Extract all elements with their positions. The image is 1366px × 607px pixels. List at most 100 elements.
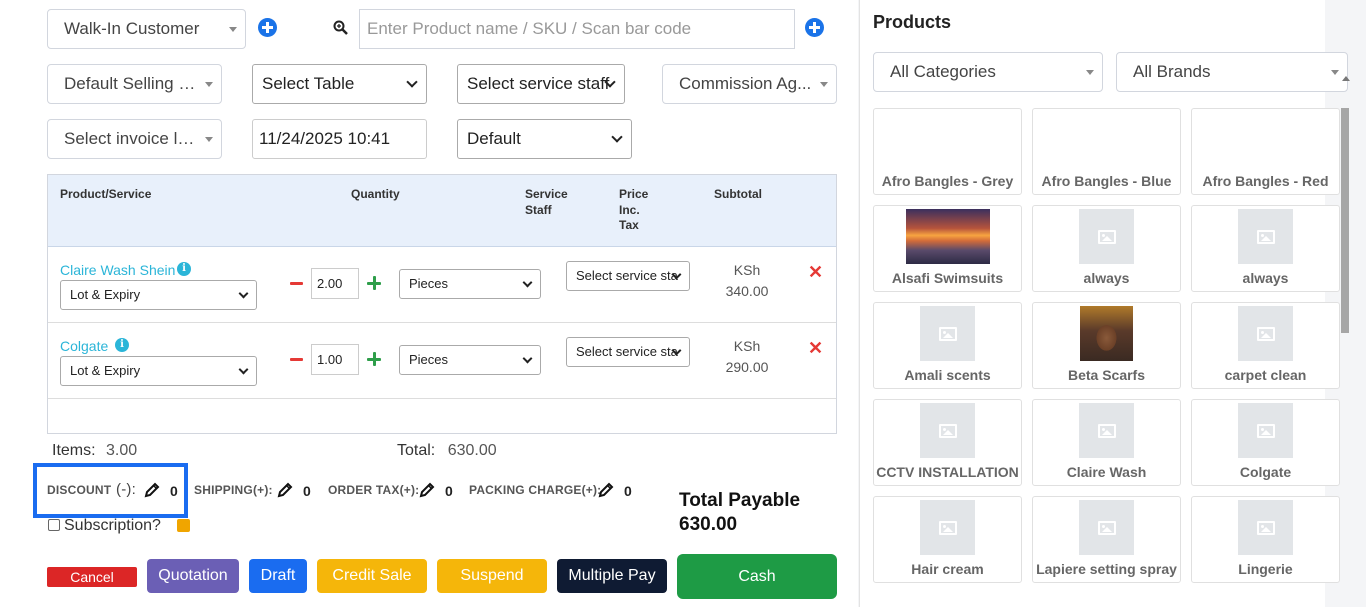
cart-table: Product/Service Quantity Service Staff P… (47, 174, 837, 434)
quotation-button[interactable]: Quotation (147, 559, 239, 593)
col-service-staff-line1: Service (525, 187, 568, 201)
product-card[interactable]: CCTV INSTALLATION (873, 399, 1022, 486)
product-name-link[interactable]: Colgate (60, 338, 108, 354)
image-placeholder-icon (1238, 209, 1293, 264)
edit-icon[interactable] (177, 519, 190, 532)
cash-button[interactable]: Cash (677, 554, 837, 599)
edit-order-tax-icon[interactable] (419, 482, 435, 498)
row-service-staff-value: Select service sta (576, 268, 678, 283)
product-card[interactable]: Afro Bangles - Red (1191, 108, 1340, 195)
image-placeholder-icon (1238, 403, 1293, 458)
decrease-quantity-icon[interactable] (290, 282, 303, 285)
chevron-down-icon (238, 288, 249, 299)
row-service-staff-select[interactable]: Select service sta (566, 261, 690, 291)
table-select[interactable]: Select Table (252, 64, 427, 104)
chevron-down-icon (1331, 70, 1339, 75)
info-icon[interactable]: i (177, 262, 191, 276)
product-card-name: Amali scents (904, 367, 991, 383)
multiple-pay-button[interactable]: Multiple Pay (557, 559, 667, 593)
products-scrollbar[interactable] (1341, 108, 1349, 333)
product-card[interactable]: carpet clean (1191, 302, 1340, 389)
product-card-name: Claire Wash (1066, 464, 1147, 480)
product-card[interactable]: Afro Bangles - Blue (1032, 108, 1181, 195)
total-value: 630.00 (447, 442, 497, 459)
brand-filter-select[interactable]: All Brands (1116, 52, 1348, 92)
search-icon (333, 20, 348, 35)
increase-quantity-icon[interactable] (367, 276, 381, 290)
quantity-input[interactable]: 1.00 (311, 344, 359, 375)
product-card[interactable]: Beta Scarfs (1032, 302, 1181, 389)
product-card[interactable]: always (1032, 205, 1181, 292)
chevron-down-icon (238, 364, 249, 375)
row-service-staff-value: Select service sta (576, 344, 678, 359)
image-placeholder-icon (920, 306, 975, 361)
decrease-quantity-icon[interactable] (290, 358, 303, 361)
edit-packing-charge-icon[interactable] (598, 482, 614, 498)
info-icon[interactable]: i (115, 338, 129, 352)
category-filter-select[interactable]: All Categories (873, 52, 1103, 92)
subscription-checkbox[interactable] (48, 519, 60, 531)
draft-button[interactable]: Draft (249, 559, 307, 593)
transaction-date-input[interactable]: 11/24/2025 10:41 (252, 119, 427, 159)
total-payable: Total Payable 630.00 (679, 489, 800, 537)
table-row: Claire Wash Shein i Lot & Expiry 2.00 Pi… (48, 247, 836, 323)
product-card[interactable]: Alsafi Swimsuits (873, 205, 1022, 292)
edit-shipping-icon[interactable] (277, 482, 293, 498)
row-subtotal: KSh 340.00 (717, 260, 777, 302)
product-card[interactable]: Afro Bangles - Grey (873, 108, 1022, 195)
image-placeholder-icon (1238, 500, 1293, 555)
items-count: Items: 3.00 (52, 442, 137, 460)
chevron-down-icon (205, 82, 213, 87)
service-staff-select[interactable]: Select service staff (457, 64, 625, 104)
product-card[interactable]: Colgate (1191, 399, 1340, 486)
product-card[interactable]: always (1191, 205, 1340, 292)
table-select-value: Select Table (262, 74, 355, 93)
invoice-layout-select[interactable]: Select invoice la... (47, 119, 222, 159)
cancel-button[interactable]: Cancel (47, 567, 137, 587)
product-image (906, 209, 990, 264)
col-product: Product/Service (60, 187, 152, 201)
unit-select[interactable]: Pieces (399, 269, 541, 299)
product-card[interactable]: Claire Wash (1032, 399, 1181, 486)
lot-expiry-select[interactable]: Lot & Expiry (60, 356, 257, 386)
pos-panel: Walk-In Customer Enter Product name / SK… (0, 0, 858, 607)
product-name-link[interactable]: Claire Wash Shein (60, 262, 175, 278)
commission-agent-select[interactable]: Commission Ag... (662, 64, 837, 104)
increase-quantity-icon[interactable] (367, 352, 381, 366)
unit-value: Pieces (409, 276, 449, 291)
products-panel: Products All Categories All Brands Afro … (859, 0, 1366, 607)
add-product-icon[interactable] (805, 18, 824, 37)
items-value: 3.00 (106, 442, 138, 459)
remove-row-icon[interactable]: ✕ (808, 263, 823, 281)
scroll-up-arrow[interactable] (1342, 76, 1350, 81)
customer-select[interactable]: Walk-In Customer (47, 9, 246, 49)
image-placeholder-icon (1079, 209, 1134, 264)
credit-sale-button[interactable]: Credit Sale (317, 559, 427, 593)
product-card-name: Afro Bangles - Red (1202, 173, 1329, 189)
remove-row-icon[interactable]: ✕ (808, 339, 823, 357)
lot-expiry-select[interactable]: Lot & Expiry (60, 280, 257, 310)
add-customer-icon[interactable] (258, 18, 277, 37)
unit-select[interactable]: Pieces (399, 345, 541, 375)
suspend-button[interactable]: Suspend (437, 559, 547, 593)
product-search-placeholder: Enter Product name / SKU / Scan bar code (367, 19, 692, 38)
chevron-down-icon (229, 27, 237, 32)
selling-price-group-select[interactable]: Default Selling P... (47, 64, 222, 104)
invoice-scheme-select[interactable]: Default (457, 119, 632, 159)
brand-filter-value: All Brands (1133, 62, 1211, 81)
product-card[interactable]: Lingerie (1191, 496, 1340, 583)
cart-total: Total: 630.00 (397, 442, 497, 460)
col-service-staff-line2: Staff (525, 202, 552, 217)
product-card-name: carpet clean (1224, 367, 1307, 383)
product-card[interactable]: Hair cream (873, 496, 1022, 583)
product-card-name: always (1242, 270, 1289, 286)
total-payable-value: 630.00 (679, 514, 738, 535)
product-search-input[interactable]: Enter Product name / SKU / Scan bar code (359, 9, 795, 49)
chevron-down-icon (205, 137, 213, 142)
product-card[interactable]: Lapiere setting spray (1032, 496, 1181, 583)
row-service-staff-select[interactable]: Select service sta (566, 337, 690, 367)
product-card-name: Lingerie (1238, 561, 1293, 577)
product-card[interactable]: Amali scents (873, 302, 1022, 389)
quantity-input[interactable]: 2.00 (311, 268, 359, 299)
chevron-down-icon (406, 76, 418, 88)
